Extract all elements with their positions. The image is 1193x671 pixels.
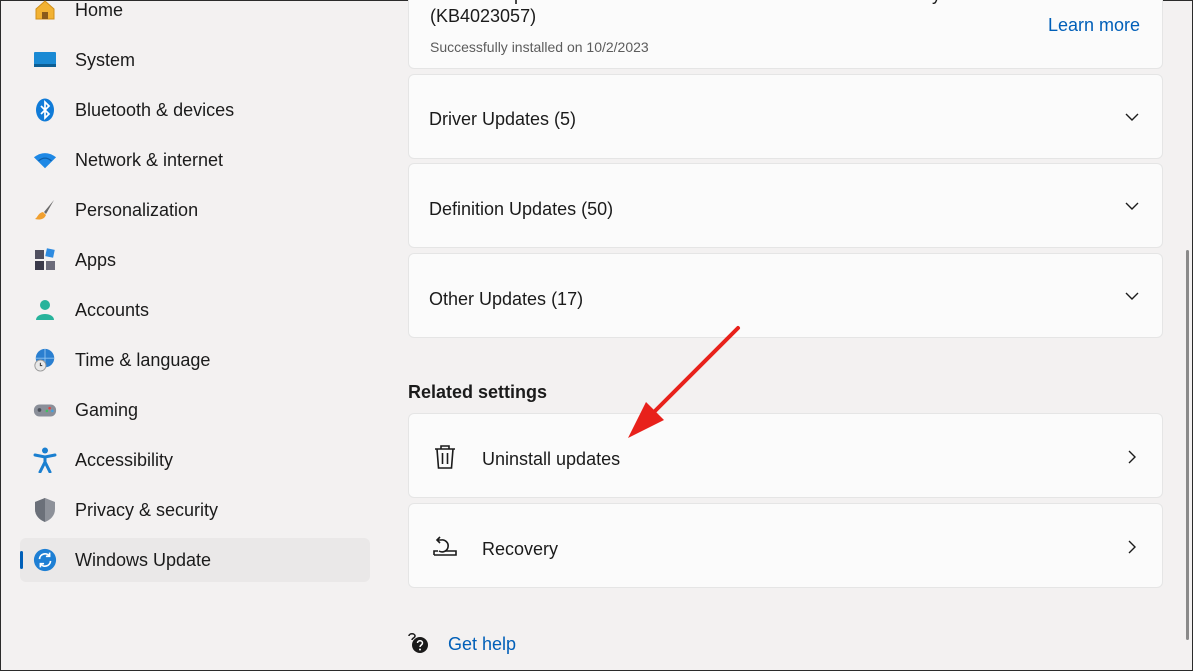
sidebar-item-gaming[interactable]: Gaming [20, 388, 370, 432]
uninstall-updates-row[interactable]: Uninstall updates [408, 413, 1163, 498]
driver-updates-expander[interactable]: Driver Updates (5) [408, 74, 1163, 159]
sidebar-item-home[interactable]: Home [20, 0, 370, 32]
sidebar-item-label: Privacy & security [75, 499, 219, 520]
sidebar-item-time-language[interactable]: Time & language [20, 338, 370, 382]
sidebar-item-label: Bluetooth & devices [75, 99, 235, 120]
sidebar-item-accessibility[interactable]: Accessibility [20, 438, 370, 482]
chevron-down-icon [1125, 113, 1139, 121]
group-label: Driver Updates (5) [429, 109, 577, 129]
recovery-row[interactable]: Recovery [408, 503, 1163, 588]
trash-icon [435, 445, 455, 469]
get-help-label: Get help [448, 633, 517, 654]
sidebar-item-label: Time & language [75, 349, 211, 370]
update-status: Successfully installed on 10/2/2023 [430, 39, 649, 55]
chevron-right-icon [1128, 450, 1136, 464]
wifi-icon [33, 148, 57, 172]
installed-update-card: 2023-08 Update for Windows 11 Version 22… [408, 0, 1163, 69]
sidebar-item-personalization[interactable]: Personalization [20, 188, 370, 232]
sidebar-item-label: Accounts [75, 299, 150, 320]
sidebar-item-label: Gaming [75, 399, 139, 420]
definition-updates-expander[interactable]: Definition Updates (50) [408, 163, 1163, 248]
other-updates-expander[interactable]: Other Updates (17) [408, 253, 1163, 338]
brush-icon [33, 198, 57, 222]
sidebar-item-windows-update[interactable]: Windows Update [20, 538, 370, 582]
sidebar-item-label: Apps [75, 249, 117, 270]
group-label: Definition Updates (50) [429, 199, 614, 219]
shield-icon [33, 498, 57, 522]
bluetooth-icon [33, 98, 57, 122]
get-help-link[interactable]: Get help [406, 630, 516, 658]
system-icon [33, 48, 57, 72]
related-settings-heading: Related settings [408, 382, 548, 402]
row-label: Recovery [482, 539, 559, 559]
chevron-down-icon [1125, 292, 1139, 300]
sidebar-item-label: Accessibility [75, 449, 174, 470]
sidebar-item-accounts[interactable]: Accounts [20, 288, 370, 332]
help-icon [408, 633, 428, 653]
apps-icon [33, 248, 57, 272]
sidebar-item-bluetooth[interactable]: Bluetooth & devices [20, 88, 370, 132]
gamepad-icon [33, 398, 57, 422]
learn-more-link[interactable]: Learn more [1048, 15, 1140, 36]
sidebar-item-label: Network & internet [75, 149, 224, 170]
sidebar-item-privacy[interactable]: Privacy & security [20, 488, 370, 532]
accessibility-icon [33, 447, 57, 473]
home-icon [33, 0, 57, 22]
recovery-icon [433, 536, 457, 556]
globe-clock-icon [33, 348, 57, 372]
update-icon [33, 548, 57, 572]
update-title: 2023-08 Update for Windows 11 Version 22… [430, 0, 989, 26]
chevron-down-icon [1125, 202, 1139, 210]
scrollbar[interactable] [1186, 250, 1189, 640]
account-icon [33, 298, 57, 322]
sidebar-item-label: System [75, 49, 136, 70]
sidebar-nav: Home System Bluetooth & devices Network … [0, 0, 380, 671]
row-label: Uninstall updates [482, 449, 621, 469]
sidebar-item-system[interactable]: System [20, 38, 370, 82]
annotation-arrow [628, 326, 740, 438]
sidebar-item-network[interactable]: Network & internet [20, 138, 370, 182]
sidebar-item-label: Personalization [75, 199, 199, 220]
group-label: Other Updates (17) [429, 289, 584, 309]
sidebar-item-label: Home [75, 0, 124, 20]
sidebar-item-apps[interactable]: Apps [20, 238, 370, 282]
sidebar-item-label: Windows Update [75, 549, 212, 570]
chevron-right-icon [1128, 540, 1136, 554]
